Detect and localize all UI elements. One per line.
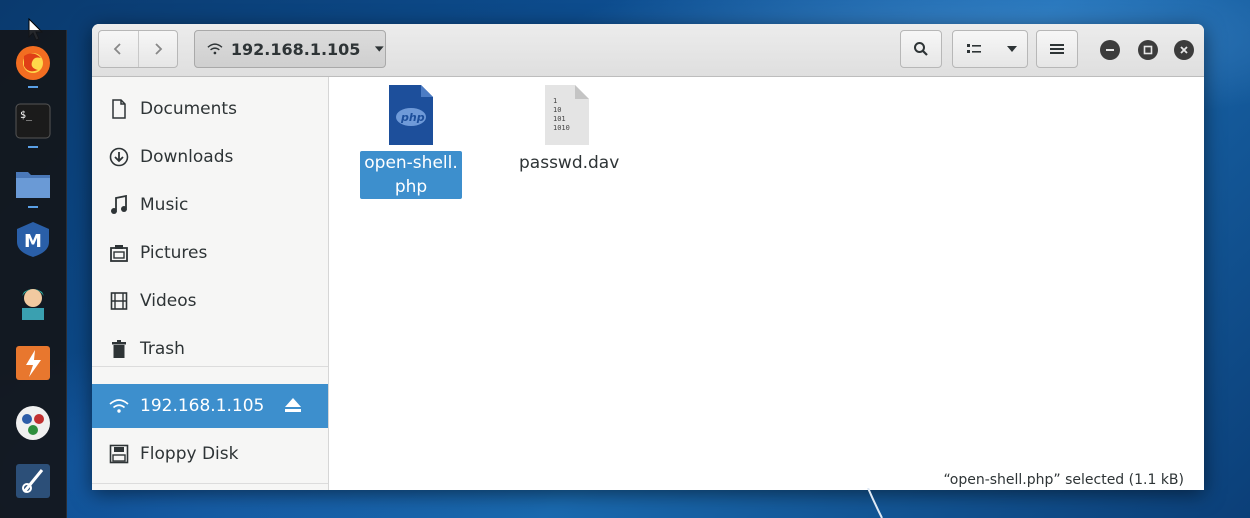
hamburger-menu-icon xyxy=(1050,44,1064,54)
maximize-icon xyxy=(1143,45,1153,55)
file-name-label: open-shell. php xyxy=(360,151,462,199)
close-button[interactable] xyxy=(1174,40,1194,60)
sidebar-separator xyxy=(92,366,328,367)
php-file-icon: php xyxy=(389,85,433,145)
view-dropdown-button[interactable] xyxy=(997,31,1027,67)
svg-text:101: 101 xyxy=(553,115,566,123)
sidebar-item-label: Music xyxy=(140,195,189,215)
file-item-passwd-dav[interactable]: 1 10 101 1010 passwd.dav xyxy=(515,85,619,175)
close-icon xyxy=(1180,46,1188,54)
svg-text:10: 10 xyxy=(553,106,561,114)
sidebar-item-network-location[interactable]: 192.168.1.105 xyxy=(92,384,328,428)
metasploit-icon[interactable]: M xyxy=(14,220,52,258)
svg-text:1: 1 xyxy=(553,97,557,105)
list-view-button[interactable] xyxy=(953,31,997,67)
film-icon xyxy=(108,290,130,312)
armitage-icon[interactable] xyxy=(14,284,52,322)
view-options-button[interactable] xyxy=(952,30,1028,68)
sidebar-item-music[interactable]: Music xyxy=(92,183,328,227)
forward-button[interactable] xyxy=(137,31,178,67)
wallpaper-streak xyxy=(867,488,883,518)
app-menu-button[interactable] xyxy=(1036,30,1078,68)
sidebar-item-label: Pictures xyxy=(140,243,208,263)
svg-text:1010: 1010 xyxy=(553,124,570,132)
search-icon xyxy=(914,42,928,56)
chevron-down-icon xyxy=(1007,46,1017,52)
trash-icon xyxy=(108,338,130,360)
dock-running-indicator xyxy=(28,146,38,148)
minimize-button[interactable] xyxy=(1100,40,1120,60)
sidebar-item-trash[interactable]: Trash xyxy=(92,327,328,371)
eject-icon[interactable] xyxy=(284,397,302,418)
camera-icon xyxy=(108,242,130,264)
header-bar: 192.168.1.105 xyxy=(92,24,1204,77)
location-path-button[interactable]: 192.168.1.105 xyxy=(194,30,386,68)
back-button[interactable] xyxy=(99,31,138,67)
svg-text:$_: $_ xyxy=(20,110,33,121)
sidebar-item-label: Videos xyxy=(140,291,197,311)
sidebar-item-floppy-disk[interactable]: Floppy Disk xyxy=(92,432,328,476)
file-view: php open-shell. php 1 10 101 1010 passwd.… xyxy=(329,77,1204,490)
sidebar-item-label: 192.168.1.105 xyxy=(140,396,265,416)
maltego-icon[interactable] xyxy=(14,404,52,442)
sidebar-item-downloads[interactable]: Downloads xyxy=(92,135,328,179)
wifi-icon xyxy=(108,395,130,417)
sidebar-item-videos[interactable]: Videos xyxy=(92,279,328,323)
file-manager-window: 192.168.1.105 Documents Downloads Music … xyxy=(92,24,1204,490)
navigation-buttons xyxy=(98,30,178,68)
sidebar-item-label: Floppy Disk xyxy=(140,444,239,464)
chevron-left-icon xyxy=(113,43,121,55)
floppy-icon xyxy=(108,443,130,465)
places-sidebar: Documents Downloads Music Pictures Video… xyxy=(92,77,329,490)
maximize-button[interactable] xyxy=(1138,40,1158,60)
wifi-icon xyxy=(207,43,223,55)
chevron-right-icon xyxy=(155,43,163,55)
terminal-icon[interactable]: $_ xyxy=(14,102,52,140)
sidebar-item-label: Downloads xyxy=(140,147,234,167)
file-name-label: passwd.dav xyxy=(519,153,620,173)
location-label: 192.168.1.105 xyxy=(230,39,361,59)
sidebar-item-pictures[interactable]: Pictures xyxy=(92,231,328,275)
firefox-icon[interactable] xyxy=(14,44,52,82)
download-icon xyxy=(108,146,130,168)
binary-file-icon: 1 10 101 1010 xyxy=(545,85,589,145)
sidebar-separator xyxy=(92,483,328,484)
document-icon xyxy=(108,98,130,120)
burpsuite-icon[interactable] xyxy=(14,344,52,382)
chevron-down-icon xyxy=(375,46,385,52)
svg-text:M: M xyxy=(24,231,42,252)
music-icon xyxy=(108,194,130,216)
dock-running-indicator xyxy=(28,86,38,88)
selection-status: “open-shell.php” selected (1.1 kB) xyxy=(937,468,1190,490)
dock-running-indicator xyxy=(28,206,38,208)
zaproxy-icon[interactable] xyxy=(14,462,52,500)
sidebar-item-label: Trash xyxy=(140,339,185,359)
application-dock: $_ M xyxy=(0,30,67,518)
svg-text:php: php xyxy=(400,111,425,124)
sidebar-item-label: Documents xyxy=(140,99,237,119)
files-icon[interactable] xyxy=(14,164,52,202)
minimize-icon xyxy=(1106,49,1114,51)
file-item-open-shell-php[interactable]: php open-shell. php xyxy=(359,85,463,199)
sidebar-item-documents[interactable]: Documents xyxy=(92,87,328,131)
list-view-icon xyxy=(967,44,981,53)
search-button[interactable] xyxy=(900,30,942,68)
